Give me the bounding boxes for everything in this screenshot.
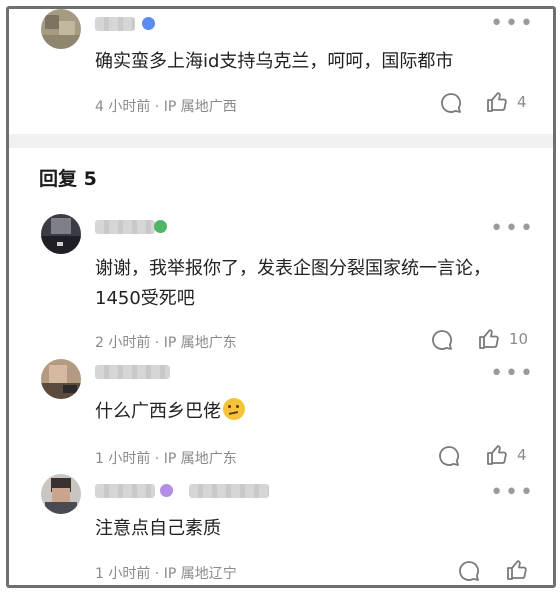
username[interactable] [95, 484, 155, 498]
thumbs-up-icon [487, 445, 507, 465]
reply-item: ••• 什么广西乡巴佬 1 小时前 · IP 属地广东 4 [9, 359, 553, 469]
avatar[interactable] [41, 214, 81, 254]
thinking-face-icon [223, 398, 245, 420]
avatar[interactable] [41, 474, 81, 514]
badge-icon [154, 220, 167, 233]
reply-to-username[interactable] [189, 484, 269, 498]
avatar[interactable] [41, 359, 81, 399]
comment-text: 确实蛮多上海id支持乌克兰，呵呵，国际都市 [95, 51, 454, 72]
thumbs-up-icon [479, 329, 499, 349]
comment-bubble-icon [441, 93, 462, 113]
reply-item: ••• 注意点自己素质 1 小时前 · IP 属地辽宁 [9, 474, 553, 584]
thumbs-up-icon [507, 560, 527, 580]
avatar[interactable] [41, 9, 81, 49]
comment-meta: 4 小时前 · IP 属地广西 [95, 99, 237, 115]
reply-text: 什么广西乡巴佬 [95, 397, 533, 427]
username[interactable] [95, 220, 155, 234]
comment-bubble-icon [459, 561, 480, 581]
reply-text: 注意点自己素质 [95, 518, 221, 539]
reply-button[interactable] [437, 444, 461, 468]
reply-text: 谢谢，我举报你了，发表企图分裂国家统一言论，1450受死吧 [95, 258, 491, 309]
badge-icon [160, 484, 173, 497]
reply-button[interactable] [430, 328, 454, 352]
more-options-icon[interactable]: ••• [490, 482, 535, 504]
like-button[interactable]: 10 [477, 327, 528, 351]
like-count: 4 [517, 446, 527, 464]
reply-meta: 1 小时前 · IP 属地广东 [95, 451, 237, 467]
reply-meta: 2 小时前 · IP 属地广东 [95, 335, 237, 351]
more-options-icon[interactable]: ••• [490, 13, 535, 35]
like-button[interactable]: 4 [485, 443, 527, 467]
like-count: 4 [517, 93, 527, 111]
verified-badge-icon [142, 17, 155, 30]
reply-button[interactable] [439, 91, 463, 115]
like-count: 10 [509, 330, 529, 348]
comment-bubble-icon [439, 446, 460, 466]
replies-header: 回复 5 [39, 168, 97, 190]
like-button[interactable]: 4 [485, 90, 527, 114]
section-divider [9, 134, 553, 148]
comment-thread: ••• 确实蛮多上海id支持乌克兰，呵呵，国际都市 4 小时前 · IP 属地广… [6, 6, 556, 588]
top-comment: ••• 确实蛮多上海id支持乌克兰，呵呵，国际都市 4 小时前 · IP 属地广… [9, 9, 553, 134]
more-options-icon[interactable]: ••• [490, 218, 535, 240]
username[interactable] [95, 365, 170, 379]
comment-bubble-icon [432, 330, 453, 350]
reply-meta: 1 小时前 · IP 属地辽宁 [95, 566, 237, 582]
reply-button[interactable] [457, 559, 481, 583]
like-button[interactable] [505, 558, 537, 582]
reply-item: ••• 谢谢，我举报你了，发表企图分裂国家统一言论，1450受死吧 2 小时前 … [9, 214, 553, 354]
thumbs-up-icon [487, 92, 507, 112]
more-options-icon[interactable]: ••• [490, 363, 535, 385]
username[interactable] [95, 17, 135, 31]
